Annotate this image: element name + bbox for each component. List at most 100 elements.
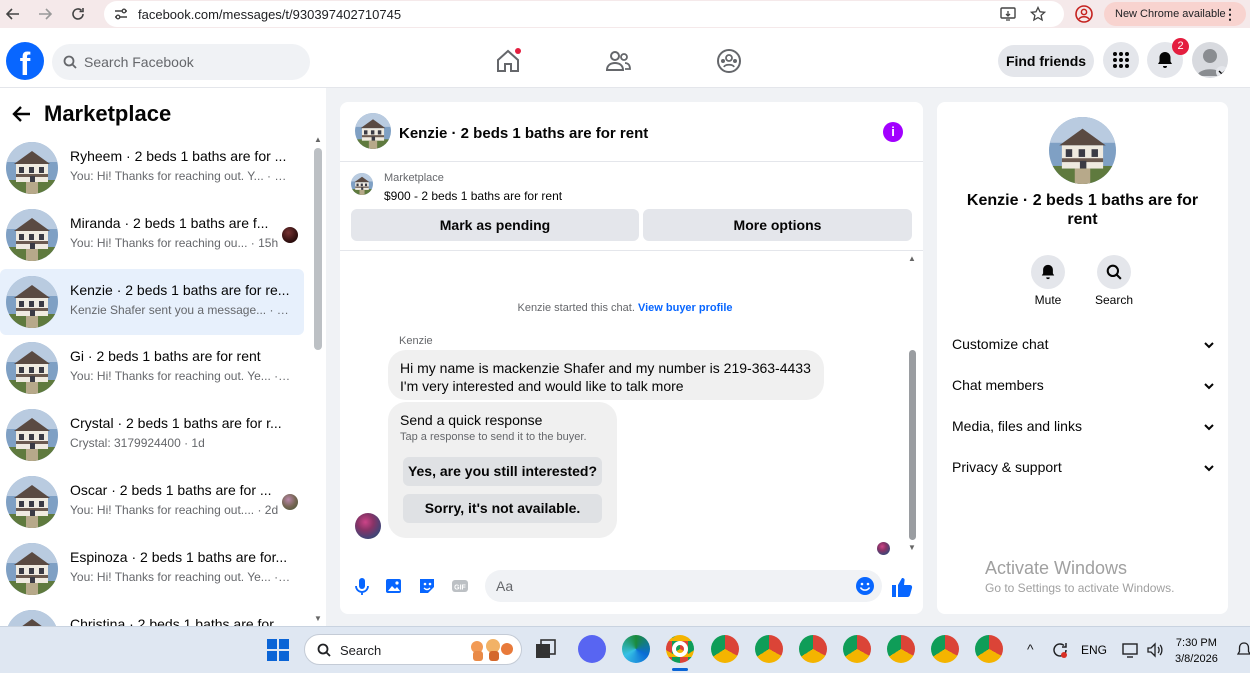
chat-scrollbar[interactable] [909,350,916,540]
facebook-search[interactable]: Search Facebook [52,44,310,80]
forward-icon[interactable] [35,4,55,24]
message-line-2: I'm very interested and would like to ta… [400,378,684,394]
sticker-icon[interactable] [417,576,437,596]
tray-language[interactable]: ENG [1081,643,1107,657]
tray-chevron-up-icon[interactable]: ^ [1027,641,1034,657]
chrome-profile-icon[interactable] [843,635,871,663]
network-icon[interactable] [1122,641,1140,659]
search-icon[interactable] [1097,255,1131,289]
task-view-icon[interactable] [535,639,557,659]
volume-icon[interactable] [1146,641,1164,659]
chrome-profile-icon[interactable] [799,635,827,663]
message-input[interactable]: Aa [485,570,882,602]
scroll-down-icon[interactable]: ▼ [314,614,322,623]
cast-icon[interactable] [1000,6,1016,22]
chat-title[interactable]: Kenzie · 2 beds 1 baths are for rent [399,125,648,142]
chat-avatar[interactable] [355,113,391,149]
conversation-item[interactable]: Espinoza · 2 beds 1 baths are for... You:… [0,536,304,602]
listing-price-title[interactable]: $900 - 2 beds 1 baths are for rent [384,189,562,203]
row-label: Customize chat [952,336,1049,352]
edge-icon[interactable] [622,635,650,663]
more-vert-icon[interactable]: ⋮ [1223,6,1237,23]
chrome-icon[interactable] [666,635,694,663]
conversation-item[interactable]: Ryheem · 2 beds 1 baths are for ... You: … [0,135,304,201]
chrome-profile-icon[interactable] [975,635,1003,663]
mute-bell-icon[interactable] [1031,255,1065,289]
conversation-avatar [6,476,58,528]
sync-icon[interactable] [1051,641,1069,659]
left-scrollbar[interactable] [314,148,322,350]
quick-response-yes-button[interactable]: Yes, are you still interested? [403,457,602,486]
reload-icon[interactable] [68,4,88,24]
groups-icon[interactable] [716,48,742,74]
conversation-item[interactable]: Kenzie · 2 beds 1 baths are for re... Ken… [0,268,304,335]
bookmark-star-icon[interactable] [1030,6,1046,22]
notification-bell-icon[interactable] [1237,641,1250,659]
new-chrome-available-button[interactable]: New Chrome available ⋮ [1104,2,1246,26]
active-app-indicator [672,668,688,671]
find-friends-button[interactable]: Find friends [998,45,1094,77]
info-icon[interactable]: i [883,122,903,142]
chat-app-icon[interactable] [578,635,606,663]
conversation-item[interactable]: Oscar · 2 beds 1 baths are for ... You: H… [0,469,304,535]
windows-start-icon[interactable] [267,639,289,661]
customize-chat-row[interactable]: Customize chat [952,336,1215,356]
more-options-button[interactable]: More options [643,209,912,241]
conversation-title: Crystal · 2 beds 1 baths are for r... [70,415,282,432]
scroll-down-icon[interactable]: ▼ [908,543,916,552]
sender-name: Kenzie [399,335,433,347]
conversation-title: Oscar · 2 beds 1 baths are for ... [70,482,272,498]
chevron-down-icon [1204,383,1214,390]
conversation-item[interactable]: Crystal · 2 beds 1 baths are for r... Cry… [0,402,304,468]
listing-avatar[interactable] [1049,117,1116,184]
gif-icon[interactable]: GIF [450,576,470,596]
url-text[interactable]: facebook.com/messages/t/930397402710745 [138,7,401,22]
tray-clock[interactable]: 7:30 PM 3/8/2026 [1175,635,1218,667]
windows-taskbar: Search ^ ENG 7:30 PM 3/8/2026 [0,626,1250,673]
scroll-up-icon[interactable]: ▲ [314,135,322,144]
emoji-icon[interactable] [855,576,875,596]
privacy-support-row[interactable]: Privacy & support [952,459,1215,479]
taskbar-search[interactable]: Search [304,634,522,665]
watermark-subtitle: Go to Settings to activate Windows. [985,581,1175,595]
account-avatar[interactable] [1192,42,1228,78]
home-icon[interactable] [495,48,521,74]
mark-as-pending-button[interactable]: Mark as pending [351,209,639,241]
facebook-header: f Search Facebook Find friends 2 [0,28,1250,88]
conversation-avatar [6,142,58,194]
conversation-item[interactable]: Christina · 2 beds 1 baths are for... [0,603,304,626]
chat-members-row[interactable]: Chat members [952,377,1215,397]
site-info-icon[interactable] [114,7,128,21]
message-bubble[interactable]: Hi my name is mackenzie Shafer and my nu… [388,350,824,400]
watermark-title: Activate Windows [985,558,1128,578]
microphone-icon[interactable] [352,576,372,596]
address-bar[interactable]: facebook.com/messages/t/930397402710745 [104,1,1064,27]
menu-grid-icon[interactable] [1103,42,1139,78]
view-buyer-profile-link[interactable]: View buyer profile [638,302,733,314]
chat-header: Kenzie · 2 beds 1 baths are for rent i [340,102,923,162]
chrome-profile-icon[interactable] [887,635,915,663]
conversation-item[interactable]: Gi · 2 beds 1 baths are for rent You: Hi!… [0,335,304,401]
marketplace-title: Marketplace [44,101,172,126]
chrome-profile-icon[interactable] [931,635,959,663]
back-arrow-icon[interactable] [12,104,32,124]
sender-avatar[interactable] [355,513,381,539]
scroll-up-icon[interactable]: ▲ [908,254,916,263]
friends-icon[interactable] [605,48,631,74]
facebook-logo[interactable]: f [6,42,44,80]
chrome-profile-icon[interactable] [755,635,783,663]
back-icon[interactable] [3,4,23,24]
chevron-down-icon [1204,465,1214,472]
seen-receipt-avatar [877,542,890,555]
thumbs-up-icon[interactable] [891,576,913,597]
profile-icon[interactable] [1075,5,1093,23]
conversation-title: Miranda · 2 beds 1 baths are f... [70,214,269,231]
quick-response-no-button[interactable]: Sorry, it's not available. [403,494,602,523]
listing-thumbnail[interactable] [351,173,373,195]
photo-icon[interactable] [384,576,404,596]
media-files-links-row[interactable]: Media, files and links [952,418,1215,438]
chrome-profile-icon[interactable] [711,635,739,663]
search-icon [63,55,77,69]
chat-started-text: Kenzie started this chat. [517,302,635,314]
conversation-item[interactable]: Miranda · 2 beds 1 baths are f... You: Hi… [0,202,304,268]
